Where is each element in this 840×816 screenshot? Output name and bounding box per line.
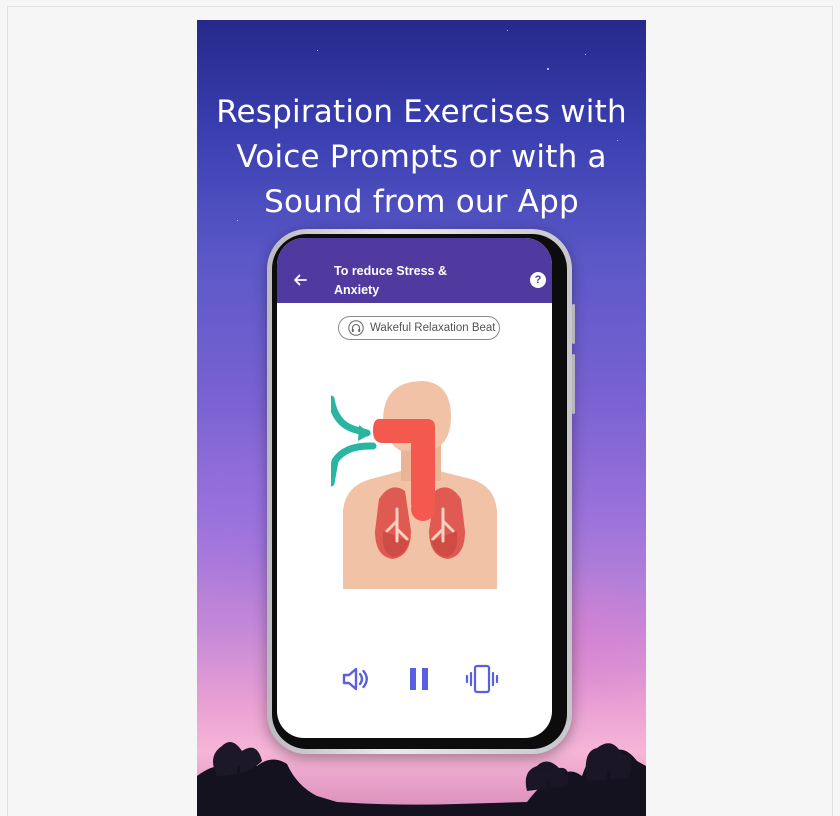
respiratory-system-illustration (331, 381, 497, 589)
star (317, 50, 318, 51)
sound-selector-chip[interactable]: Wakeful Relaxation Beat (338, 316, 500, 340)
back-arrow-icon[interactable] (291, 271, 309, 289)
headphones-icon (348, 320, 364, 336)
screen-title: To reduce Stress & Anxiety (334, 264, 448, 297)
vibrate-icon[interactable] (465, 662, 499, 696)
speaker-icon[interactable] (339, 662, 373, 696)
star (547, 68, 549, 70)
pause-icon[interactable] (403, 662, 437, 696)
help-icon[interactable]: ? (530, 272, 546, 288)
headline-line-3: Sound from our App (264, 184, 579, 220)
playback-controls (277, 662, 552, 696)
sound-chip-label: Wakeful Relaxation Beat (370, 322, 496, 334)
star (507, 30, 508, 31)
phone-mockup: To reduce Stress & Anxiety ? Wakeful Rel… (267, 229, 575, 754)
headline-line-1: Respiration Exercises with (216, 94, 627, 130)
phone-side-button (572, 304, 575, 344)
star (585, 54, 586, 55)
phone-screen: To reduce Stress & Anxiety ? Wakeful Rel… (277, 238, 552, 738)
app-bar: To reduce Stress & Anxiety ? (277, 238, 552, 303)
phone-side-button (572, 354, 575, 414)
headline-line-2: Voice Prompts or with a (236, 139, 607, 175)
promo-headline: Respiration Exercises with Voice Prompts… (197, 90, 646, 225)
